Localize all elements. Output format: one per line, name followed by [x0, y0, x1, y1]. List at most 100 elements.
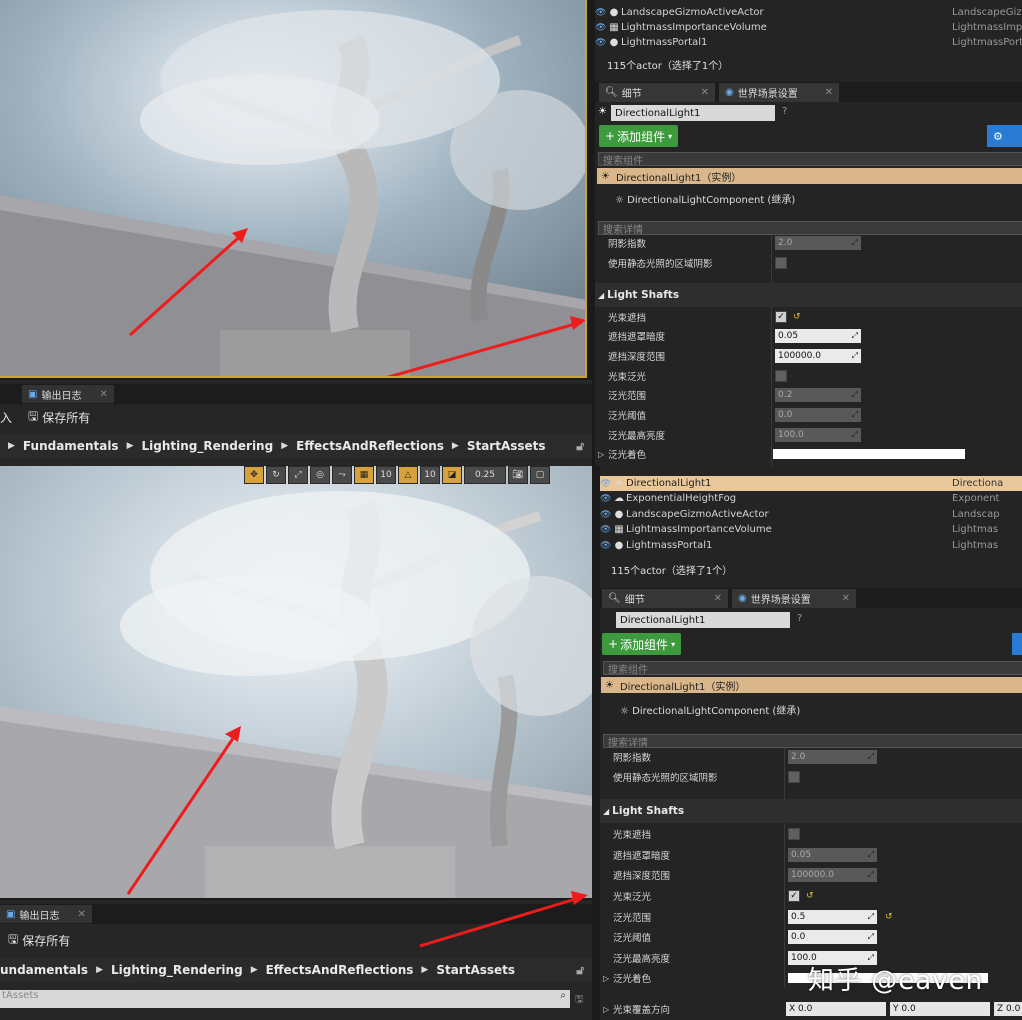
close-icon[interactable]: ✕	[825, 87, 833, 98]
eye-icon[interactable]: 👁︎	[600, 494, 612, 504]
search-components-input[interactable]: 搜索组件	[603, 661, 1022, 676]
blueprint-button[interactable]	[1012, 633, 1022, 655]
bloom-threshold-field[interactable]: 0.0	[788, 930, 877, 944]
tab-details[interactable]: 🔍︎ 细节 ✕	[599, 83, 715, 102]
close-icon[interactable]: ✕	[701, 87, 709, 98]
component-instance-row[interactable]: ☀ DirectionalLight1（实例）	[601, 677, 1022, 693]
eye-icon[interactable]: 👁︎	[600, 525, 612, 535]
scale-snap-icon[interactable]: ◪	[442, 466, 462, 484]
tab-details[interactable]: 🔍︎ 细节 ✕	[602, 589, 728, 608]
breadcrumb-item[interactable]: Lighting_Rendering	[111, 963, 243, 977]
occlusion-depth-field[interactable]: 100000.0	[775, 349, 861, 363]
grid-size-value[interactable]: 10	[376, 466, 396, 484]
eye-icon[interactable]: 👁︎	[600, 541, 612, 551]
help-icon[interactable]: ?	[782, 106, 787, 117]
actor-name-field[interactable]: DirectionalLight1	[611, 105, 775, 121]
grid-snap-icon[interactable]: ▦	[354, 466, 374, 484]
angle-snap-icon[interactable]: △	[398, 466, 418, 484]
component-inherited-row[interactable]: ☼ DirectionalLightComponent (继承)	[620, 702, 800, 717]
outliner-row[interactable]: 👁︎ ● LandscapeGizmoActiveActor LandscapeG…	[595, 5, 1022, 20]
shadow-exponent-field[interactable]: 2.0	[788, 750, 877, 764]
eye-icon[interactable]: 👁︎	[595, 8, 607, 18]
lock-icon[interactable]: 🔓︎	[576, 439, 584, 454]
occlusion-checkbox[interactable]: ✓	[775, 311, 787, 323]
bloom-checkbox[interactable]: ✓	[788, 890, 800, 902]
tab-output-log[interactable]: ▣ 输出日志 ✕	[0, 905, 92, 923]
outliner-row-selected[interactable]: 👁︎ ☀ DirectionalLight1 Directiona	[600, 476, 1022, 491]
breadcrumb-item[interactable]: Lighting_Rendering	[142, 439, 274, 453]
bloom-tint-swatch[interactable]	[773, 449, 965, 459]
outliner-row[interactable]: 👁︎● LightmassPortal1 LightmassPortal	[595, 35, 1022, 50]
breadcrumb-item[interactable]: Fundamentals	[23, 439, 119, 453]
add-component-button[interactable]: + 添加组件 ▾	[602, 633, 682, 655]
tab-world-settings[interactable]: ◉ 世界场景设置 ✕	[732, 589, 856, 608]
angle-size-value[interactable]: 10	[420, 466, 440, 484]
viewport-top[interactable]	[0, 0, 587, 378]
search-details-input[interactable]: 搜索详情	[603, 734, 1022, 749]
help-icon[interactable]: ?	[797, 613, 802, 624]
save-all-button[interactable]: 保存所有	[42, 409, 90, 426]
shadow-exponent-field[interactable]: 2.0	[775, 236, 861, 250]
outliner-row[interactable]: 👁︎ ● LandscapeGizmoActiveActor Landscap	[600, 507, 1022, 522]
breadcrumb-item[interactable]: StartAssets	[436, 963, 515, 977]
camera-speed-icon[interactable]: 📷︎	[508, 466, 528, 484]
eye-icon[interactable]: 👁︎	[595, 38, 607, 48]
search-components-input[interactable]: 搜索组件	[598, 152, 1022, 167]
static-shadow-checkbox[interactable]	[775, 257, 787, 269]
outliner-row[interactable]: 👁︎ ▦ LightmassImportanceVolume Lightmas	[600, 522, 1022, 537]
outliner-row[interactable]: 👁︎ ▦ LightmassImportanceVolume LightmassI…	[595, 20, 1022, 35]
tab-world-settings[interactable]: ◉ 世界场景设置 ✕	[719, 83, 839, 102]
close-icon[interactable]: ✕	[714, 593, 722, 604]
occlusion-darkness-field[interactable]: 0.05	[788, 848, 877, 862]
maximize-icon[interactable]: ▢	[530, 466, 550, 484]
section-light-shafts[interactable]: ◢ Light Shafts	[600, 799, 1022, 823]
viewport-bottom[interactable]: ✥ ↻ ⤢ ◎ ⤳ ▦ 10 △ 10 ◪ 0.25 📷︎ ▢	[0, 466, 592, 898]
bloom-max-field[interactable]: 100.0	[775, 428, 861, 442]
bloom-threshold-field[interactable]: 0.0	[775, 408, 861, 422]
override-z-field[interactable]: Z 0.0	[994, 1002, 1022, 1016]
scale-size-value[interactable]: 0.25	[464, 466, 506, 484]
move-icon[interactable]: ✥	[244, 466, 264, 484]
outliner-row[interactable]: 👁︎ ☁ ExponentialHeightFog Exponent	[600, 491, 1022, 506]
breadcrumb-item[interactable]: EffectsAndReflections	[266, 963, 414, 977]
override-y-field[interactable]: Y 0.0	[890, 1002, 990, 1016]
surface-snap-icon[interactable]: ⤳	[332, 466, 352, 484]
outliner-row[interactable]: 👁︎ ● LightmassPortal1 Lightmas	[600, 538, 1022, 553]
occlusion-darkness-field[interactable]: 0.05	[775, 329, 861, 343]
static-shadow-checkbox[interactable]	[788, 771, 800, 783]
occlusion-depth-field[interactable]: 100000.0	[788, 868, 877, 882]
bloom-checkbox[interactable]	[775, 370, 787, 382]
eye-icon[interactable]: 👁︎	[600, 510, 612, 520]
add-component-button[interactable]: + 添加组件 ▾	[599, 125, 679, 147]
override-x-field[interactable]: X 0.0	[786, 1002, 886, 1016]
actor-name-field[interactable]: DirectionalLight1	[616, 612, 790, 628]
eye-icon[interactable]: 👁︎	[595, 23, 607, 33]
component-instance-row[interactable]: ☀ DirectionalLight1（实例）	[597, 168, 1022, 184]
breadcrumb: ▶ Fundamentals ▶ Lighting_Rendering ▶ Ef…	[0, 433, 592, 459]
eye-icon[interactable]: 👁︎	[600, 479, 612, 489]
reset-arrow-icon[interactable]: ↺	[806, 891, 814, 901]
breadcrumb-item[interactable]: EffectsAndReflections	[296, 439, 444, 453]
world-icon[interactable]: ◎	[310, 466, 330, 484]
close-icon[interactable]: ✕	[842, 593, 850, 604]
blueprint-button[interactable]: ⚙	[987, 125, 1022, 147]
save-search-icon[interactable]: 🖫	[575, 992, 584, 1009]
section-light-shafts[interactable]: ◢ Light Shafts	[595, 283, 1022, 307]
import-button[interactable]: 入	[0, 409, 12, 426]
breadcrumb-item[interactable]: undamentals	[0, 963, 88, 977]
path-search-input[interactable]: tAssets ⌕	[0, 990, 570, 1008]
bloom-scale-field[interactable]: 0.2	[775, 388, 861, 402]
occlusion-checkbox[interactable]	[788, 828, 800, 840]
lock-icon[interactable]: 🔓︎	[576, 963, 584, 978]
reset-arrow-icon[interactable]: ↺	[793, 312, 801, 322]
bloom-scale-field[interactable]: 0.5	[788, 910, 877, 924]
tab-output-log[interactable]: ▣ 输出日志 ✕	[22, 385, 114, 403]
rotate-icon[interactable]: ↻	[266, 466, 286, 484]
close-icon[interactable]: ✕	[77, 909, 85, 920]
scale-icon[interactable]: ⤢	[288, 466, 308, 484]
breadcrumb-item[interactable]: StartAssets	[467, 439, 546, 453]
component-inherited-row[interactable]: ☼ DirectionalLightComponent (继承)	[615, 191, 795, 206]
close-icon[interactable]: ✕	[99, 389, 107, 400]
reset-arrow-icon[interactable]: ↺	[885, 912, 893, 922]
save-all-button[interactable]: 保存所有	[22, 932, 70, 949]
